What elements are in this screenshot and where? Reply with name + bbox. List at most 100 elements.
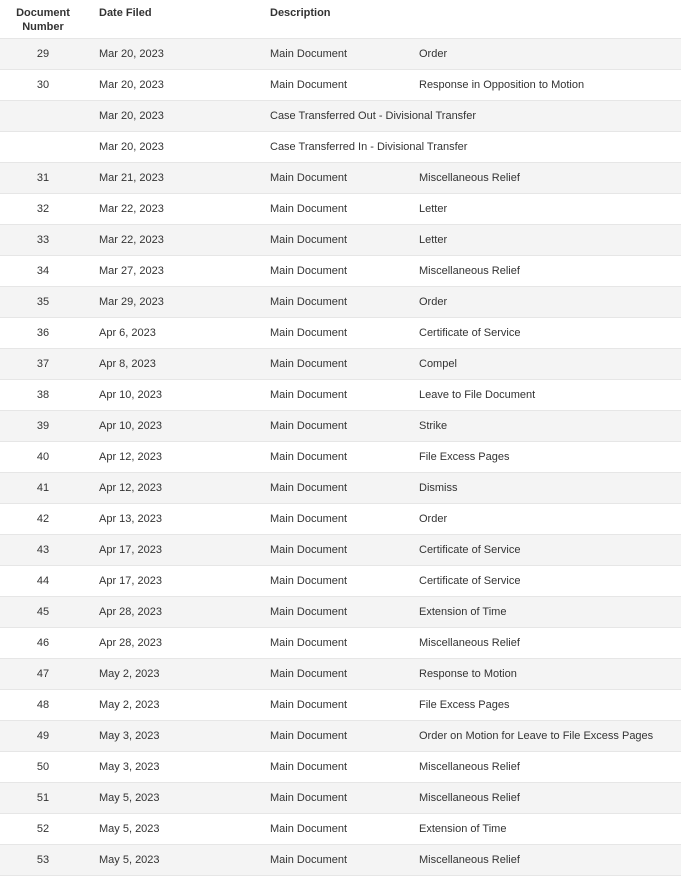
description-detail-cell: Extension of Time [419, 596, 681, 628]
docket-body: 29 Mar 20, 2023 Main Document Order 30 Mar 20… [0, 38, 681, 876]
date-filed-cell: May 2, 2023 [86, 689, 270, 721]
table-row[interactable]: 40 Apr 12, 2023 Main Document File Excess P… [0, 441, 681, 473]
document-number-cell: 42 [0, 503, 86, 535]
table-row[interactable]: Mar 20, 2023 Case Transferred In - Divisi… [0, 131, 681, 163]
table-row[interactable]: 33 Mar 22, 2023 Main Document Letter [0, 224, 681, 256]
date-filed-cell: Mar 29, 2023 [86, 286, 270, 318]
date-filed-cell: Apr 12, 2023 [86, 472, 270, 504]
column-header-date-filed[interactable]: Date Filed [86, 0, 270, 39]
description-type-cell: Main Document [270, 720, 419, 752]
docket-header: Document Number Date Filed Description [0, 0, 681, 39]
date-filed-cell: Apr 28, 2023 [86, 596, 270, 628]
description-type-cell: Main Document [270, 286, 419, 318]
description-detail-cell: Dismiss [419, 472, 681, 504]
table-row[interactable]: 31 Mar 21, 2023 Main Document Miscellaneous… [0, 162, 681, 194]
column-header-description[interactable]: Description [270, 0, 681, 39]
table-row[interactable]: 36 Apr 6, 2023 Main Document Certificate of… [0, 317, 681, 349]
description-detail-cell: Order [419, 38, 681, 70]
description-type-cell: Main Document [270, 503, 419, 535]
date-filed-cell: May 3, 2023 [86, 720, 270, 752]
table-row[interactable]: 42 Apr 13, 2023 Main Document Order [0, 503, 681, 535]
description-type-cell: Main Document [270, 844, 419, 876]
table-row[interactable]: 49 May 3, 2023 Main Document Order on Motio… [0, 720, 681, 752]
date-filed-cell: Mar 20, 2023 [86, 38, 270, 70]
document-number-cell [0, 100, 86, 132]
table-row[interactable]: 29 Mar 20, 2023 Main Document Order [0, 38, 681, 70]
header-row: Document Number Date Filed Description [0, 0, 681, 39]
date-filed-cell: May 5, 2023 [86, 782, 270, 814]
description-type-cell: Main Document [270, 565, 419, 597]
table-row[interactable]: 41 Apr 12, 2023 Main Document Dismiss [0, 472, 681, 504]
table-row[interactable]: 37 Apr 8, 2023 Main Document Compel [0, 348, 681, 380]
table-row[interactable]: 50 May 3, 2023 Main Document Miscellaneous … [0, 751, 681, 783]
description-detail-cell: Extension of Time [419, 813, 681, 845]
table-row[interactable]: 43 Apr 17, 2023 Main Document Certificate o… [0, 534, 681, 566]
description-detail-cell: Letter [419, 224, 681, 256]
table-row[interactable]: 52 May 5, 2023 Main Document Extension of T… [0, 813, 681, 845]
table-row[interactable]: 48 May 2, 2023 Main Document File Excess Pa… [0, 689, 681, 721]
date-filed-cell: Apr 10, 2023 [86, 379, 270, 411]
document-number-cell: 39 [0, 410, 86, 442]
date-filed-cell: Mar 20, 2023 [86, 131, 270, 163]
table-row[interactable]: 38 Apr 10, 2023 Main Document Leave to File… [0, 379, 681, 411]
table-row[interactable]: 53 May 5, 2023 Main Document Miscellaneous … [0, 844, 681, 876]
description-detail-cell: Response to Motion [419, 658, 681, 690]
description-type-cell: Main Document [270, 596, 419, 628]
description-detail-cell: Response in Opposition to Motion [419, 69, 681, 101]
document-number-cell: 51 [0, 782, 86, 814]
description-type-cell: Main Document [270, 751, 419, 783]
date-filed-cell: May 5, 2023 [86, 844, 270, 876]
table-row[interactable]: 46 Apr 28, 2023 Main Document Miscellaneous… [0, 627, 681, 659]
date-filed-cell: May 3, 2023 [86, 751, 270, 783]
document-number-cell: 52 [0, 813, 86, 845]
document-number-cell [0, 131, 86, 163]
description-type-cell: Main Document [270, 38, 419, 70]
description-type-cell: Main Document [270, 782, 419, 814]
description-type-cell: Main Document [270, 658, 419, 690]
description-type-cell: Main Document [270, 162, 419, 194]
table-row[interactable]: 39 Apr 10, 2023 Main Document Strike [0, 410, 681, 442]
document-number-cell: 44 [0, 565, 86, 597]
table-row[interactable]: 51 May 5, 2023 Main Document Miscellaneous … [0, 782, 681, 814]
description-type-cell: Main Document [270, 193, 419, 225]
date-filed-cell: Apr 13, 2023 [86, 503, 270, 535]
table-row[interactable]: 35 Mar 29, 2023 Main Document Order [0, 286, 681, 318]
document-number-cell: 46 [0, 627, 86, 659]
description-detail-cell: Miscellaneous Relief [419, 627, 681, 659]
table-row[interactable]: 30 Mar 20, 2023 Main Document Response in O… [0, 69, 681, 101]
document-number-cell: 31 [0, 162, 86, 194]
document-number-cell: 36 [0, 317, 86, 349]
document-number-cell: 38 [0, 379, 86, 411]
date-filed-cell: Mar 20, 2023 [86, 100, 270, 132]
description-detail-cell: Letter [419, 193, 681, 225]
document-number-cell: 53 [0, 844, 86, 876]
date-filed-cell: Mar 22, 2023 [86, 193, 270, 225]
description-type-cell: Main Document [270, 534, 419, 566]
table-row[interactable]: 34 Mar 27, 2023 Main Document Miscellaneous… [0, 255, 681, 287]
table-row[interactable]: 44 Apr 17, 2023 Main Document Certificate o… [0, 565, 681, 597]
document-number-cell: 37 [0, 348, 86, 380]
description-detail-cell: File Excess Pages [419, 689, 681, 721]
description-detail-cell: Order [419, 503, 681, 535]
description-detail-cell: Strike [419, 410, 681, 442]
column-header-document-number[interactable]: Document Number [0, 0, 86, 39]
document-number-cell: 43 [0, 534, 86, 566]
document-number-cell: 45 [0, 596, 86, 628]
document-number-cell: 34 [0, 255, 86, 287]
description-detail-cell: Miscellaneous Relief [419, 255, 681, 287]
description-type-cell: Main Document [270, 441, 419, 473]
table-row[interactable]: Mar 20, 2023 Case Transferred Out - Divis… [0, 100, 681, 132]
description-detail-cell: Certificate of Service [419, 534, 681, 566]
document-number-cell: 41 [0, 472, 86, 504]
document-number-cell: 35 [0, 286, 86, 318]
date-filed-cell: May 2, 2023 [86, 658, 270, 690]
date-filed-cell: Apr 10, 2023 [86, 410, 270, 442]
document-number-cell: 48 [0, 689, 86, 721]
document-number-cell: 30 [0, 69, 86, 101]
date-filed-cell: Mar 20, 2023 [86, 69, 270, 101]
table-row[interactable]: 45 Apr 28, 2023 Main Document Extension of … [0, 596, 681, 628]
description-type-cell: Main Document [270, 317, 419, 349]
document-number-cell: 29 [0, 38, 86, 70]
table-row[interactable]: 32 Mar 22, 2023 Main Document Letter [0, 193, 681, 225]
table-row[interactable]: 47 May 2, 2023 Main Document Response to Mo… [0, 658, 681, 690]
